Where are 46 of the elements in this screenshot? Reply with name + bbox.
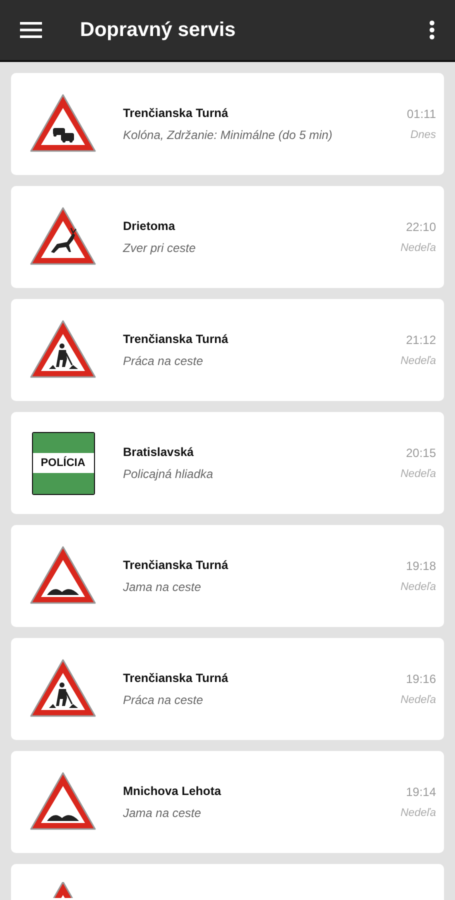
event-time: 01:11 [406,107,436,121]
event-time: 22:10 [406,220,436,234]
place-name: Trenčianska Turná [123,558,230,572]
event-time: 19:14 [406,785,436,799]
place-name: Trenčianska Turná [123,106,230,120]
event-day: Nedeľa [400,581,436,593]
event-day: Dnes [410,129,436,141]
warning-sign-icon [53,882,73,898]
event-card[interactable]: Trenčianska Turná Jama na ceste 19:18 Nedeľa [11,525,444,627]
event-card[interactable]: Trenčianska Turná Práca na ceste 21:12 Nedeľa [11,299,444,401]
road-bump-sign-icon [29,545,97,607]
place-name: Trenčianska Turná [123,671,230,685]
event-description: Práca na ceste [123,354,204,368]
event-description: Policajná hliadka [123,467,214,481]
place-name: Drietoma [123,219,176,233]
roadwork-sign-icon [29,319,97,381]
event-card[interactable]: POLÍCIA Bratislavská Policajná hliadka 20:15 Nedeľa [11,412,444,514]
event-card[interactable]: Drietoma Zver pri ceste 22:10 Nedeľa [11,186,444,288]
event-time: 19:16 [406,672,436,686]
event-day: Nedeľa [400,355,436,367]
traffic-queue-sign-icon [29,93,97,155]
event-card[interactable]: Mnichova Lehota Jama na ceste 19:14 Nedeľa [11,751,444,853]
event-card[interactable]: Trenčianska Turná Práca na ceste 19:16 Nedeľa [11,638,444,740]
event-day: Nedeľa [400,694,436,706]
event-description: Jama na ceste [123,580,202,594]
event-day: Nedeľa [400,807,436,819]
event-day: Nedeľa [400,242,436,254]
place-name: Bratislavská [123,445,195,459]
event-time: 20:15 [406,446,436,460]
event-day: Nedeľa [400,468,436,480]
roadwork-sign-icon [29,658,97,720]
app-title: Dopravný servis [80,18,237,42]
deer-warning-sign-icon [29,206,97,268]
police-sign-icon: POLÍCIA [32,432,94,494]
menu-icon[interactable] [20,22,42,38]
road-bump-sign-icon [29,771,97,833]
event-description: Kolóna, Zdržanie: Minimálne (do 5 min) [123,128,334,142]
event-time: 21:12 [406,333,436,347]
place-name: Mnichova Lehota [123,784,222,798]
more-options-icon[interactable] [429,20,435,40]
event-time: 19:18 [406,559,436,573]
event-description: Jama na ceste [123,806,202,820]
event-card[interactable]: Trenčianska Turná Kolóna, Zdržanie: Minimálne (do 5 min) 01:11 Dnes [11,73,444,175]
event-description: Zver pri ceste [123,241,197,255]
event-description: Práca na ceste [123,693,204,707]
place-name: Trenčianska Turná [123,332,230,346]
